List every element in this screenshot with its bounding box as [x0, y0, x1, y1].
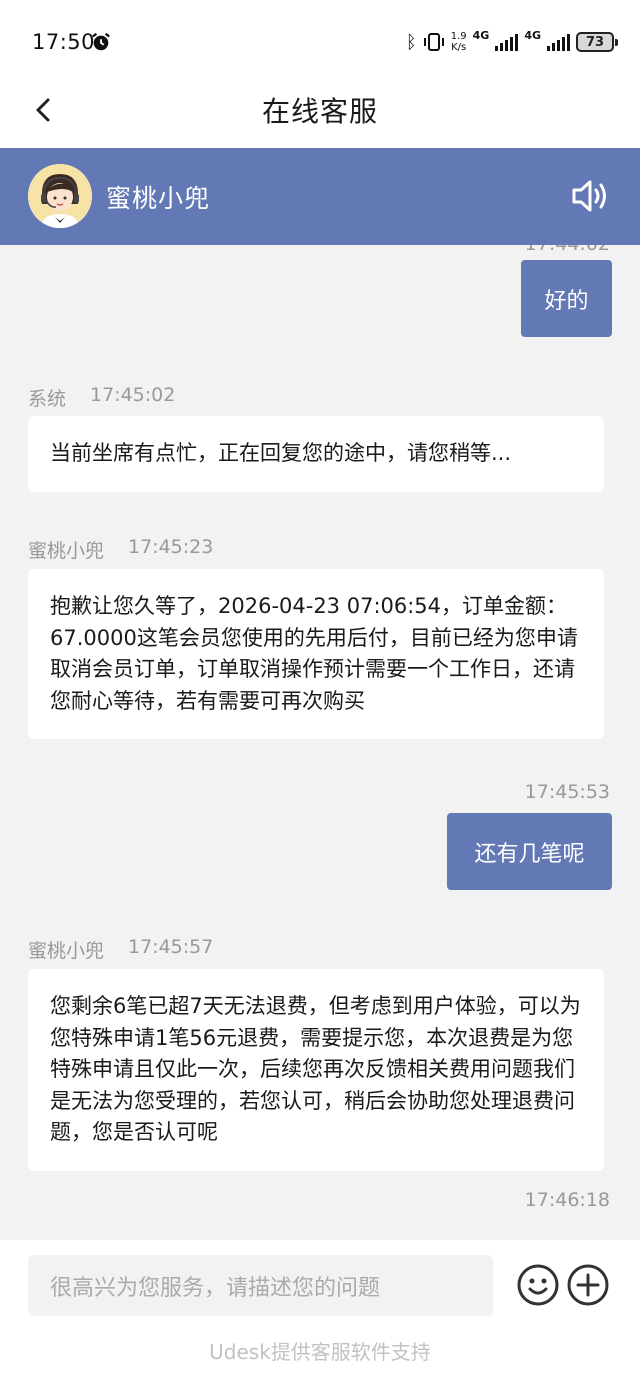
net-speed-unit: K/s: [451, 42, 467, 53]
message-time: 17:45:53: [524, 781, 610, 803]
message-time: 17:45:02: [90, 384, 176, 406]
user-message-bubble[interactable]: 还有几笔呢: [447, 813, 612, 890]
net-speed-value: 1.9: [450, 31, 467, 42]
status-time: 17:50: [32, 30, 96, 54]
message-input[interactable]: 很高兴为您服务，请描述您的问题: [28, 1255, 493, 1316]
message-meta: 蜜桃小兜 17:45:57: [28, 936, 213, 963]
app-header: 在线客服: [0, 86, 640, 148]
signal-bars-1: [495, 33, 519, 51]
bluetooth-icon: ᛒ: [405, 31, 417, 53]
agent-avatar: [28, 164, 92, 228]
page-title: 在线客服: [261, 95, 378, 128]
user-message-bubble[interactable]: 好的: [521, 260, 612, 337]
system-message-bubble[interactable]: 当前坐席有点忙，正在回复您的途中，请您稍等...: [28, 416, 604, 492]
message-meta: 系统 17:45:02: [28, 384, 175, 411]
status-bar: 17:50 ᛒ 1.9 K/s 4G 4G 73: [0, 0, 640, 86]
message-time: 17:46:18: [524, 1189, 610, 1211]
agent-bar: 蜜桃小兜: [0, 148, 640, 245]
alarm-clock-icon: [92, 32, 110, 51]
message-time: 17:45:23: [128, 536, 214, 558]
vibrate-icon: [423, 33, 444, 51]
powered-by-text: Udesk提供客服软件支持: [209, 1340, 431, 1364]
input-area: 很高兴为您服务，请描述您的问题 Udesk提供客服软件支持: [0, 1240, 640, 1400]
speaker-icon[interactable]: [570, 178, 612, 214]
message-sender: 蜜桃小兜: [28, 540, 105, 562]
message-time: 17:44:02: [525, 245, 610, 255]
message-time: 17:45:57: [128, 936, 214, 958]
agent-message-bubble[interactable]: 抱歉让您久等了，2026-04-23 07:06:54，订单金额：67.0000…: [28, 569, 604, 739]
message-meta: 蜜桃小兜 17:45:23: [28, 536, 213, 563]
network-type-1: 4G: [472, 28, 490, 42]
chat-list[interactable]: 17:44:02 好的 系统 17:45:02 当前坐席有点忙，正在回复您的途中…: [0, 245, 640, 1240]
agent-message-bubble[interactable]: 您剩余6笔已超7天无法退费，但考虑到用户体验，可以为您特殊申请1笔56元退费，需…: [28, 969, 604, 1171]
network-type-2: 4G: [524, 28, 541, 42]
agent-name: 蜜桃小兜: [106, 184, 211, 213]
signal-bars-2: [547, 33, 570, 51]
plus-circle-icon[interactable]: [566, 1263, 610, 1307]
message-sender: 系统: [28, 388, 67, 410]
message-sender: 蜜桃小兜: [28, 940, 105, 962]
status-icons: ᛒ 1.9 K/s 4G 4G 73: [405, 28, 618, 56]
net-speed: 1.9 K/s: [451, 31, 467, 53]
battery-indicator: 73: [576, 32, 618, 52]
smiley-icon[interactable]: [516, 1263, 560, 1307]
